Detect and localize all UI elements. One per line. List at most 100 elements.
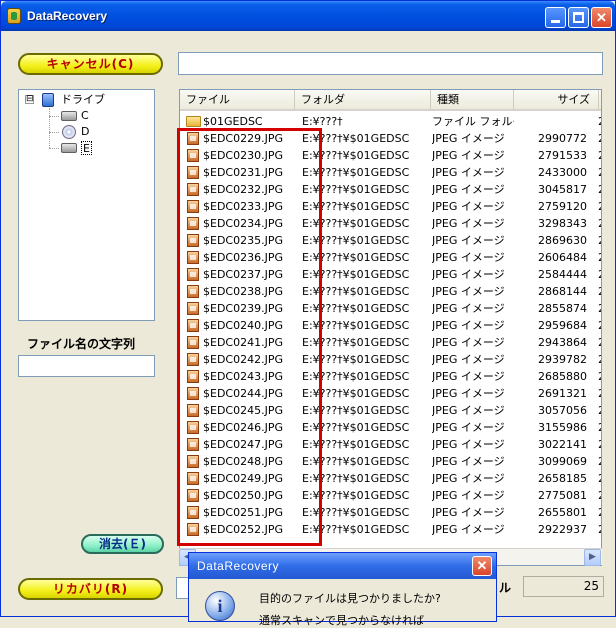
dialog-title-bar[interactable]: DataRecovery ✕ — [189, 553, 496, 579]
list-item[interactable]: $EDC0244.JPG E:¥???†¥$01GEDSC JPEG イメージ 269… — [180, 385, 601, 402]
path-field[interactable] — [178, 52, 603, 75]
list-item[interactable]: $EDC0249.JPG E:¥???†¥$01GEDSC JPEG イメージ 265… — [180, 470, 601, 487]
list-header: ファイル フォルダ 種類 サイズ 2 — [180, 90, 601, 111]
list-item[interactable]: $EDC0240.JPG E:¥???†¥$01GEDSC JPEG イメージ 295… — [180, 317, 601, 334]
list-item[interactable]: $EDC0236.JPG E:¥???†¥$01GEDSC JPEG イメージ 260… — [180, 249, 601, 266]
jpeg-file-icon — [187, 421, 199, 434]
jpeg-file-icon — [187, 217, 199, 230]
dialog-message: 目的のファイルは見つかりましたか? — [259, 592, 441, 605]
list-item[interactable]: $EDC0231.JPG E:¥???†¥$01GEDSC JPEG イメージ 243… — [180, 164, 601, 181]
main-window: DataRecovery ✕ キャンセル(C) ⊟ ドライブ C D E ファイ… — [0, 0, 616, 627]
filename-filter-input[interactable] — [18, 355, 155, 377]
jpeg-file-icon — [187, 268, 199, 281]
cell-folder: E:¥???†¥$01GEDSC — [302, 455, 410, 468]
list-item[interactable]: $EDC0233.JPG E:¥???†¥$01GEDSC JPEG イメージ 275… — [180, 198, 601, 215]
list-item[interactable]: $EDC0243.JPG E:¥???†¥$01GEDSC JPEG イメージ 268… — [180, 368, 601, 385]
column-header-extra[interactable]: 2 — [599, 90, 601, 110]
list-item[interactable]: $EDC0232.JPG E:¥???†¥$01GEDSC JPEG イメージ 304… — [180, 181, 601, 198]
cell-type: JPEG イメージ — [432, 506, 505, 519]
column-header-type[interactable]: 種類 — [431, 90, 514, 110]
jpeg-file-icon — [187, 387, 199, 400]
cell-type: JPEG イメージ — [432, 268, 505, 281]
tree-item-d[interactable]: D — [81, 125, 89, 139]
tree-root-label[interactable]: ドライブ — [61, 93, 105, 107]
list-item[interactable]: $EDC0229.JPG E:¥???†¥$01GEDSC JPEG イメージ 299… — [180, 130, 601, 147]
list-item[interactable]: $EDC0241.JPG E:¥???†¥$01GEDSC JPEG イメージ 294… — [180, 334, 601, 351]
close-button[interactable]: ✕ — [591, 7, 612, 28]
list-item[interactable]: $EDC0247.JPG E:¥???†¥$01GEDSC JPEG イメージ 302… — [180, 436, 601, 453]
cell-size: 2922937 — [538, 523, 587, 536]
jpeg-file-icon — [187, 285, 199, 298]
cell-size: 2943864 — [538, 336, 587, 349]
cell-size: 2606484 — [538, 251, 587, 264]
cell-size: 3045817 — [538, 183, 587, 196]
list-item[interactable]: $EDC0250.JPG E:¥???†¥$01GEDSC JPEG イメージ 277… — [180, 487, 601, 504]
minimize-icon — [551, 20, 560, 23]
list-item[interactable]: $EDC0242.JPG E:¥???†¥$01GEDSC JPEG イメージ 293… — [180, 351, 601, 368]
file-list[interactable]: ファイル フォルダ 種類 サイズ 2 $01GEDSC E:¥???† ファイル… — [179, 89, 602, 566]
jpeg-file-icon — [187, 302, 199, 315]
cell-type: JPEG イメージ — [432, 523, 505, 536]
list-item[interactable]: $EDC0246.JPG E:¥???†¥$01GEDSC JPEG イメージ 315… — [180, 419, 601, 436]
cell-size: 2658185 — [538, 472, 587, 485]
list-item[interactable]: $EDC0239.JPG E:¥???†¥$01GEDSC JPEG イメージ 285… — [180, 300, 601, 317]
cell-folder: E:¥???†¥$01GEDSC — [302, 370, 410, 383]
cd-drive-icon — [62, 125, 76, 139]
drive-tree[interactable]: ⊟ ドライブ C D E — [18, 89, 155, 321]
jpeg-file-icon — [187, 506, 199, 519]
jpeg-file-icon — [187, 472, 199, 485]
cell-size: 2791533 — [538, 149, 587, 162]
list-item[interactable]: $EDC0251.JPG E:¥???†¥$01GEDSC JPEG イメージ 265… — [180, 504, 601, 521]
list-item[interactable]: $EDC0248.JPG E:¥???†¥$01GEDSC JPEG イメージ 309… — [180, 453, 601, 470]
list-item[interactable]: $EDC0252.JPG E:¥???†¥$01GEDSC JPEG イメージ 292… — [180, 521, 601, 538]
jpeg-file-icon — [187, 200, 199, 213]
cell-folder: E:¥???†¥$01GEDSC — [302, 166, 410, 179]
column-header-file[interactable]: ファイル — [180, 90, 295, 110]
column-header-folder[interactable]: フォルダ — [295, 90, 431, 110]
jpeg-file-icon — [187, 523, 199, 536]
tree-item-c[interactable]: C — [81, 109, 89, 123]
cell-extra: 2 — [598, 215, 601, 232]
list-item[interactable]: $EDC0245.JPG E:¥???†¥$01GEDSC JPEG イメージ 305… — [180, 402, 601, 419]
dialog-close-button[interactable]: ✕ — [472, 556, 492, 576]
cell-type: JPEG イメージ — [432, 370, 505, 383]
cancel-button[interactable]: キャンセル(C) — [18, 53, 163, 75]
tree-item-e[interactable]: E — [81, 141, 92, 155]
cell-folder: E:¥???†¥$01GEDSC — [302, 438, 410, 451]
maximize-icon — [573, 12, 584, 23]
window-title: DataRecovery — [27, 9, 108, 23]
recover-button[interactable]: リカバリ(R) — [18, 578, 163, 600]
cell-file: $EDC0250.JPG — [203, 489, 283, 502]
title-bar[interactable]: DataRecovery ✕ — [1, 1, 615, 31]
cell-extra: 2 — [598, 164, 601, 181]
cell-folder: E:¥???†¥$01GEDSC — [302, 319, 410, 332]
cell-file: $01GEDSC — [203, 115, 263, 128]
list-item[interactable]: $EDC0230.JPG E:¥???†¥$01GEDSC JPEG イメージ 279… — [180, 147, 601, 164]
cell-extra: 2 — [598, 436, 601, 453]
cell-file: $EDC0234.JPG — [203, 217, 283, 230]
list-item[interactable]: $EDC0235.JPG E:¥???†¥$01GEDSC JPEG イメージ 286… — [180, 232, 601, 249]
list-item[interactable]: $EDC0234.JPG E:¥???†¥$01GEDSC JPEG イメージ 329… — [180, 215, 601, 232]
jpeg-file-icon — [187, 319, 199, 332]
list-item[interactable]: $EDC0237.JPG E:¥???†¥$01GEDSC JPEG イメージ 258… — [180, 266, 601, 283]
list-item-folder[interactable]: $01GEDSC E:¥???† ファイル フォルダ 2 — [180, 113, 601, 130]
cell-file: $EDC0238.JPG — [203, 285, 283, 298]
file-count: 25 — [523, 576, 604, 597]
tree-expander[interactable]: ⊟ — [25, 95, 34, 104]
maximize-button[interactable] — [568, 7, 589, 28]
jpeg-file-icon — [187, 370, 199, 383]
cell-file: $EDC0232.JPG — [203, 183, 283, 196]
cell-size: 2939782 — [538, 353, 587, 366]
cell-size: 2433000 — [538, 166, 587, 179]
cell-type: JPEG イメージ — [432, 149, 505, 162]
cell-type: JPEG イメージ — [432, 387, 505, 400]
cell-extra: 2 — [598, 521, 601, 538]
cell-extra: 2 — [598, 198, 601, 215]
cell-folder: E:¥???†¥$01GEDSC — [302, 251, 410, 264]
scroll-right-button[interactable]: ▶ — [584, 549, 601, 566]
list-item[interactable]: $EDC0238.JPG E:¥???†¥$01GEDSC JPEG イメージ 286… — [180, 283, 601, 300]
minimize-button[interactable] — [545, 7, 566, 28]
clear-button[interactable]: 消去(Ｅ) — [81, 534, 164, 554]
cell-folder: E:¥???†¥$01GEDSC — [302, 234, 410, 247]
column-header-size[interactable]: サイズ — [514, 90, 599, 110]
